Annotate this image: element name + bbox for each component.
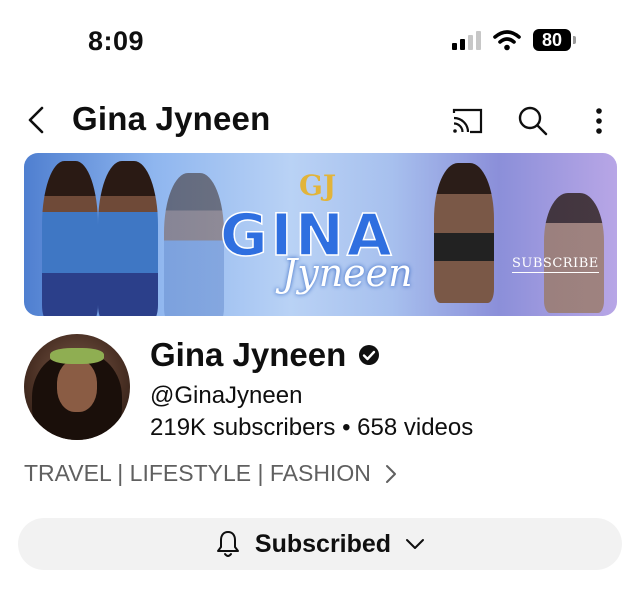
channel-handle: @GinaJyneen bbox=[150, 382, 303, 409]
chevron-down-icon bbox=[406, 539, 425, 549]
channel-banner: GJ GINA Jyneen SUBSCRIBE bbox=[24, 153, 617, 316]
channel-stats: 219K subscribers • 658 videos bbox=[150, 414, 474, 441]
banner-figure bbox=[434, 163, 494, 303]
more-vert-icon[interactable] bbox=[582, 104, 616, 138]
bell-icon bbox=[216, 531, 239, 557]
banner-script-name: Jyneen bbox=[282, 251, 413, 295]
search-icon[interactable] bbox=[516, 104, 550, 138]
back-chevron-icon[interactable] bbox=[22, 104, 54, 136]
banner-figure bbox=[164, 173, 224, 316]
channel-name-text: Gina Jyneen bbox=[150, 336, 347, 373]
channel-description-text: TRAVEL | LIFESTYLE | FASHION bbox=[24, 460, 371, 486]
subscribed-button[interactable]: Subscribed bbox=[18, 518, 622, 570]
app-header: Gina Jyneen bbox=[0, 96, 640, 148]
subscribed-label: Subscribed bbox=[254, 529, 392, 558]
battery-icon: 80 bbox=[533, 29, 576, 51]
wifi-icon bbox=[493, 30, 521, 51]
status-time: 8:09 bbox=[88, 26, 145, 56]
cast-icon[interactable] bbox=[450, 104, 484, 138]
banner-subscribe-text: SUBSCRIBE bbox=[512, 256, 599, 273]
banner-figure bbox=[544, 193, 604, 313]
verified-badge-icon bbox=[359, 345, 380, 365]
banner-figure bbox=[42, 161, 98, 316]
banner-monogram: GJ bbox=[299, 169, 337, 202]
avatar[interactable] bbox=[24, 334, 130, 440]
battery-level: 80 bbox=[541, 29, 563, 50]
chevron-right-icon bbox=[385, 464, 396, 483]
channel-name: Gina Jyneen bbox=[150, 336, 380, 374]
channel-description[interactable]: TRAVEL | LIFESTYLE | FASHION bbox=[24, 460, 397, 487]
banner-figure bbox=[98, 161, 158, 316]
page-title: Gina Jyneen bbox=[72, 100, 271, 137]
status-icons: 80 bbox=[452, 29, 576, 51]
signal-icon bbox=[452, 30, 481, 50]
